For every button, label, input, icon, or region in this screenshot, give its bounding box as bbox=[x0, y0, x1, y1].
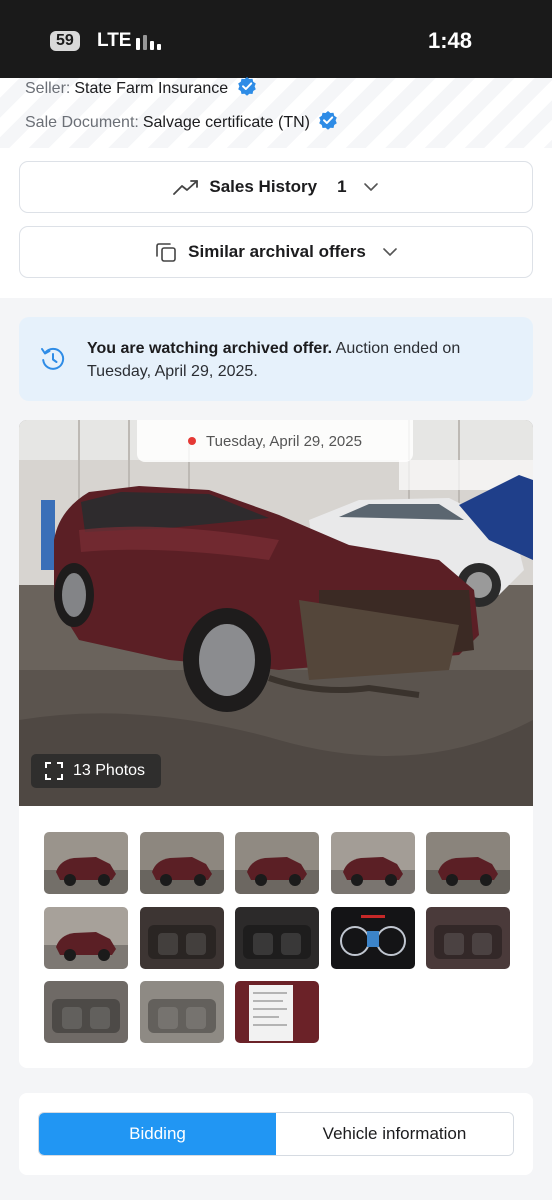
signal-icon bbox=[136, 32, 164, 50]
car-photo bbox=[19, 420, 533, 806]
battery-indicator: 59 bbox=[50, 31, 80, 51]
clock: 1:48 bbox=[427, 28, 472, 53]
archived-offer-message: You are watching archived offer. Auction… bbox=[87, 337, 507, 383]
main-photo[interactable]: Tuesday, April 29, 2025 13 Photos bbox=[19, 420, 533, 806]
thumbnail-image bbox=[139, 857, 224, 894]
sale-document-value: Salvage certificate (TN) bbox=[142, 114, 311, 131]
thumbnail-image bbox=[330, 857, 415, 894]
history-icon bbox=[41, 347, 65, 370]
thumbnail-image bbox=[249, 985, 293, 1041]
similar-offers-accordion[interactable]: Similar archival offers bbox=[19, 226, 533, 278]
chevron-down-icon bbox=[363, 183, 378, 191]
fullscreen-icon bbox=[45, 762, 63, 780]
thumb-debris[interactable] bbox=[139, 981, 224, 1043]
thumbnail-image bbox=[44, 857, 128, 894]
thumbnail-image bbox=[44, 931, 128, 969]
trending-up-icon bbox=[173, 180, 199, 195]
thumbnail-image bbox=[434, 924, 502, 959]
verified-icon bbox=[237, 77, 256, 96]
sales-history-label: Sales History bbox=[209, 177, 318, 196]
seller-row: Seller: State Farm Insurance bbox=[25, 76, 257, 99]
archived-offer-bold: You are watching archived offer. bbox=[87, 340, 333, 357]
network-label: LTE bbox=[97, 30, 132, 51]
similar-offers-label: Similar archival offers bbox=[188, 242, 366, 261]
tabs-card: Bidding Vehicle information bbox=[19, 1093, 533, 1175]
tab-switcher: Bidding Vehicle information bbox=[38, 1112, 514, 1156]
chevron-down-icon bbox=[383, 248, 397, 256]
sales-history-count: 1 bbox=[337, 177, 347, 196]
live-dot-icon bbox=[188, 437, 197, 445]
thumbnail-image bbox=[147, 999, 216, 1033]
thumb-dashboard[interactable] bbox=[235, 906, 319, 969]
sales-history-accordion[interactable]: Sales History 1 bbox=[19, 161, 533, 213]
tab-vehicle-information[interactable]: Vehicle information bbox=[276, 1113, 513, 1155]
thumb-gauges[interactable] bbox=[330, 906, 415, 969]
view-photos-button[interactable]: 13 Photos bbox=[31, 754, 161, 788]
thumb-front-left-2[interactable] bbox=[139, 832, 224, 894]
sale-document-label: Sale Document: bbox=[25, 114, 139, 131]
thumbnail-image bbox=[235, 857, 319, 894]
status-bar: 59 LTE 1:48 bbox=[0, 0, 552, 78]
archived-offer-banner: You are watching archived offer. Auction… bbox=[19, 317, 533, 401]
thumb-label[interactable] bbox=[235, 981, 319, 1043]
verified-icon bbox=[319, 111, 338, 130]
thumb-rear-seats[interactable] bbox=[426, 906, 510, 969]
thumb-front-right[interactable] bbox=[330, 832, 415, 894]
seller-label: Seller: bbox=[25, 80, 71, 97]
photo-date: Tuesday, April 29, 2025 bbox=[137, 420, 413, 462]
photos-count: 13 Photos bbox=[73, 762, 146, 779]
sale-document-row: Sale Document: Salvage certificate (TN) bbox=[25, 110, 338, 133]
history-section: Sales History 1 Similar archival offers bbox=[0, 148, 552, 298]
tab-bidding[interactable]: Bidding bbox=[39, 1113, 276, 1155]
thumb-rear[interactable] bbox=[44, 906, 128, 969]
thumbnail-image bbox=[147, 924, 216, 959]
thumbnail-image bbox=[426, 857, 510, 894]
thumb-front[interactable] bbox=[426, 832, 510, 894]
seller-info: Seller: State Farm Insurance Sale Documen… bbox=[0, 76, 552, 148]
thumb-front-left-1[interactable] bbox=[44, 832, 128, 894]
thumbnail-image bbox=[339, 914, 406, 956]
photo-date-text: Tuesday, April 29, 2025 bbox=[206, 432, 362, 450]
copy-icon bbox=[156, 243, 176, 262]
thumb-interior-front[interactable] bbox=[139, 906, 224, 969]
photo-thumbnails bbox=[19, 806, 533, 1068]
thumb-engine[interactable] bbox=[44, 981, 128, 1043]
thumbnail-image bbox=[52, 999, 120, 1033]
thumb-rear-left[interactable] bbox=[235, 832, 319, 894]
thumbnail-image bbox=[243, 924, 311, 959]
seller-value: State Farm Insurance bbox=[74, 80, 229, 97]
